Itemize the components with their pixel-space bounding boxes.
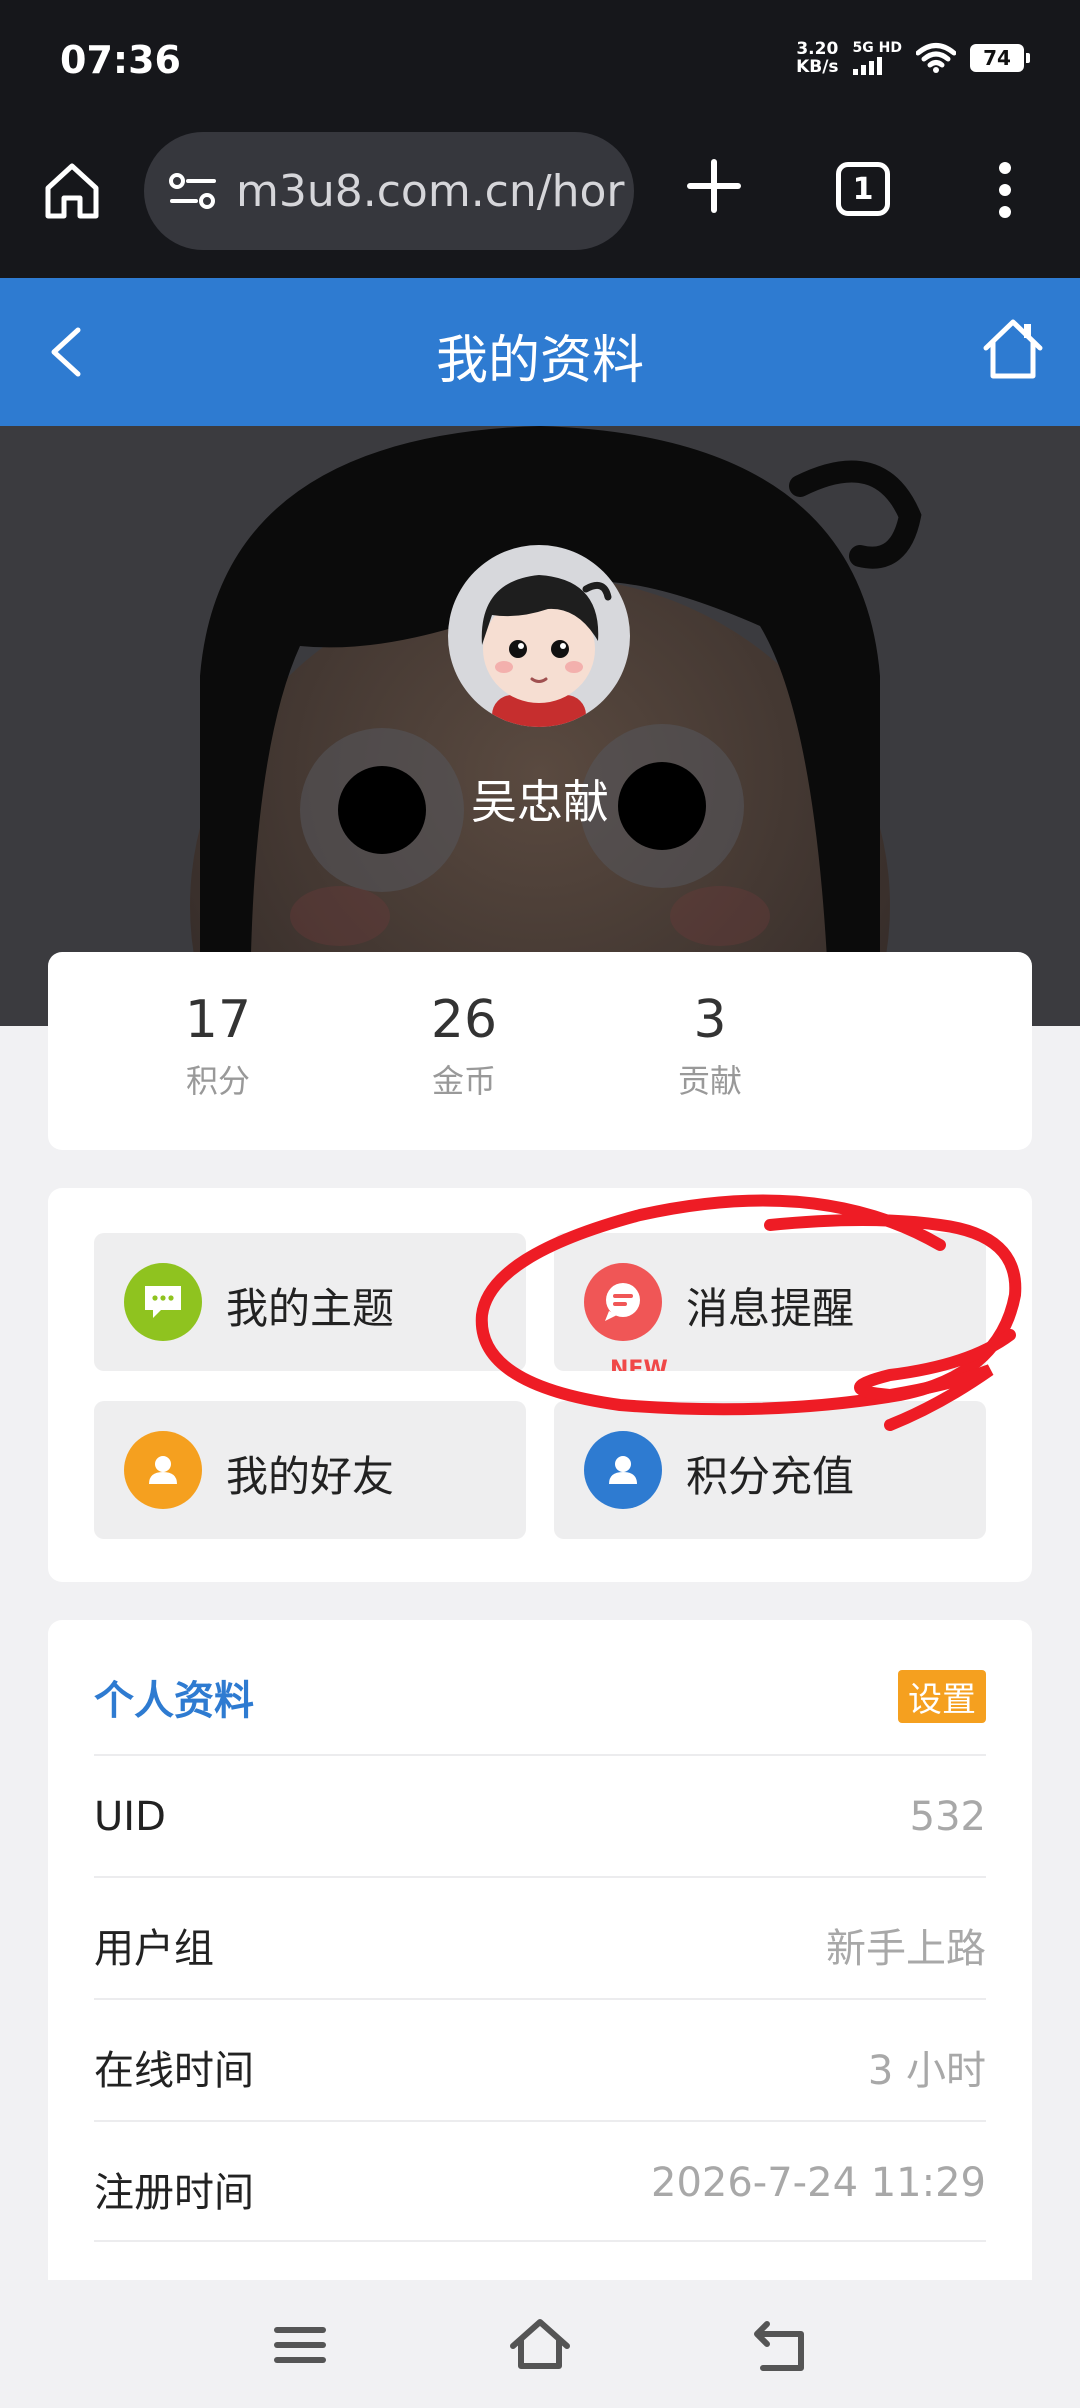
info-row-online-time: 在线时间 3 小时 [94, 1998, 986, 2120]
avatar[interactable] [448, 545, 630, 727]
menu-recharge-points[interactable]: 积分充值 [554, 1401, 986, 1539]
info-row-register-time: 注册时间 2026-7-24 11:29 [94, 2120, 986, 2242]
info-key: 用户组 [94, 1926, 214, 1972]
menu-label: 消息提醒 [686, 1284, 855, 1333]
status-indicators: 3.20 KB/s 5G HD 74 [796, 40, 1030, 76]
user-icon [124, 1431, 202, 1509]
info-key: 注册时间 [94, 2170, 254, 2216]
info-value: 532 [909, 1794, 986, 1840]
user-icon [584, 1431, 662, 1509]
chat-bubble-icon [124, 1263, 202, 1341]
username: 吴忠献 [471, 775, 609, 829]
menu-label: 我的主题 [226, 1284, 395, 1333]
home-icon[interactable] [40, 158, 104, 222]
menu-icon[interactable] [265, 2310, 335, 2380]
stat-coins[interactable]: 26 金币 [384, 990, 544, 1102]
stat-points[interactable]: 17 积分 [138, 990, 298, 1102]
home-icon[interactable] [980, 316, 1046, 382]
menu-label: 积分充值 [686, 1452, 855, 1501]
menu-my-topics[interactable]: 我的主题 [94, 1233, 526, 1371]
site-settings-icon[interactable] [168, 171, 218, 211]
status-time: 07:36 [60, 38, 181, 82]
info-value: 新手上路 [826, 1926, 986, 1972]
page-title: 我的资料 [435, 331, 644, 391]
app-header: 我的资料 [0, 278, 1080, 426]
address-bar[interactable]: m3u8.com.cn/hor [144, 132, 634, 250]
stat-value: 3 [693, 990, 727, 1050]
new-tab-icon[interactable] [684, 156, 744, 216]
menu-notifications[interactable]: 消息提醒 NEW [554, 1233, 986, 1371]
stat-contribution[interactable]: 3 贡献 [630, 990, 790, 1102]
quick-menu-card: 我的主题 消息提醒 NEW 我的好友 积分充值 [48, 1188, 1032, 1582]
new-badge: NEW [610, 1357, 668, 1371]
stat-value: 26 [430, 990, 498, 1050]
signal-bars-icon [852, 55, 902, 75]
home-icon[interactable] [505, 2310, 575, 2380]
info-value: 3 小时 [867, 2048, 986, 2094]
profile-banner: 吴忠献 [0, 426, 1080, 1026]
system-nav-bar [0, 2280, 1080, 2408]
section-title: 个人资料 [94, 1678, 254, 1724]
status-bar: 07:36 3.20 KB/s 5G HD 74 [0, 0, 1080, 128]
back-icon[interactable] [745, 2310, 815, 2380]
more-vert-icon[interactable] [990, 158, 1020, 222]
settings-button[interactable]: 设置 [898, 1670, 986, 1723]
tabs-button[interactable]: 1 [836, 162, 890, 216]
url-text: m3u8.com.cn/hor [236, 165, 625, 217]
info-value: 2026-7-24 11:29 [651, 2160, 986, 2206]
stat-value: 17 [184, 990, 252, 1050]
browser-toolbar: m3u8.com.cn/hor 1 [0, 128, 1080, 278]
signal-indicator: 5G HD [852, 40, 902, 75]
info-key: UID [94, 1794, 166, 1840]
message-icon [584, 1263, 662, 1341]
stat-label: 金币 [431, 1062, 496, 1100]
net-speed-unit: KB/s [796, 57, 839, 77]
net-speed-value: 3.20 [796, 39, 839, 59]
signal-label: 5G HD [852, 40, 902, 56]
battery-icon: 74 [970, 44, 1030, 72]
menu-label: 我的好友 [226, 1452, 395, 1501]
stats-card: 17 积分 26 金币 3 贡献 [48, 952, 1032, 1150]
stat-label: 贡献 [677, 1062, 742, 1100]
info-row-usergroup: 用户组 新手上路 [94, 1876, 986, 1998]
avatar-image [481, 575, 612, 727]
wifi-icon [916, 43, 956, 73]
profile-info-card: 个人资料 设置 UID 532 用户组 新手上路 在线时间 3 小时 注册时间 … [48, 1620, 1032, 2280]
info-row-uid: UID 532 [94, 1754, 986, 1876]
stat-label: 积分 [185, 1062, 250, 1100]
menu-my-friends[interactable]: 我的好友 [94, 1401, 526, 1539]
net-speed: 3.20 KB/s [796, 40, 838, 76]
info-key: 在线时间 [94, 2048, 254, 2094]
